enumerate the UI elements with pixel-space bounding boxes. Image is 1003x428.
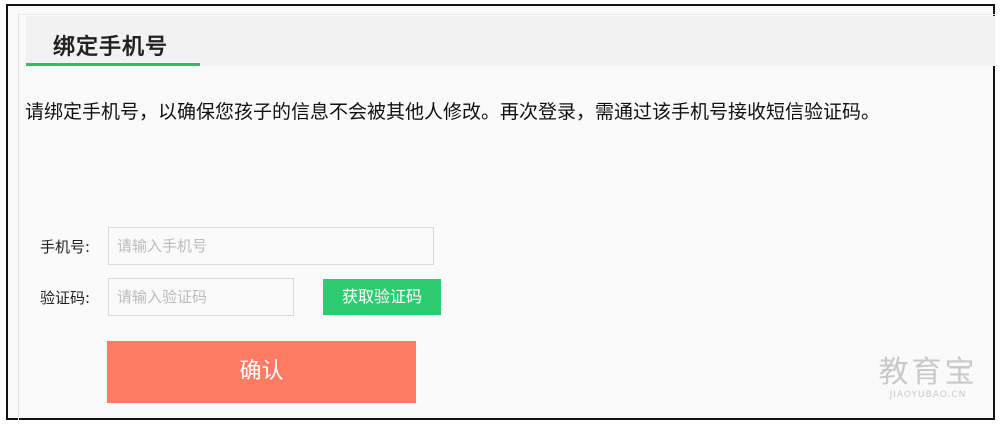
panel-border-top [18, 14, 995, 15]
watermark-text: 教育宝 [878, 355, 978, 390]
title-underline [26, 63, 200, 66]
page-title: 绑定手机号 [53, 35, 169, 60]
phone-input[interactable]: 请输入手机号 [108, 227, 434, 265]
bind-description: 请绑定手机号，以确保您孩子的信息不会被其他人修改。再次登录，需通过该手机号接收短… [25, 101, 881, 123]
panel-border-left [18, 14, 19, 420]
code-label: 验证码: [40, 289, 91, 307]
code-input[interactable]: 请输入验证码 [108, 278, 294, 316]
confirm-button[interactable]: 确认 [107, 341, 416, 403]
get-code-button[interactable]: 获取验证码 [323, 279, 441, 315]
watermark-url: JIAOYUBAO.CN [889, 390, 967, 400]
watermark-logo: 教育宝 JIAOYUBAO.CN [868, 355, 988, 401]
phone-label: 手机号: [40, 238, 91, 256]
panel-header [26, 16, 995, 66]
